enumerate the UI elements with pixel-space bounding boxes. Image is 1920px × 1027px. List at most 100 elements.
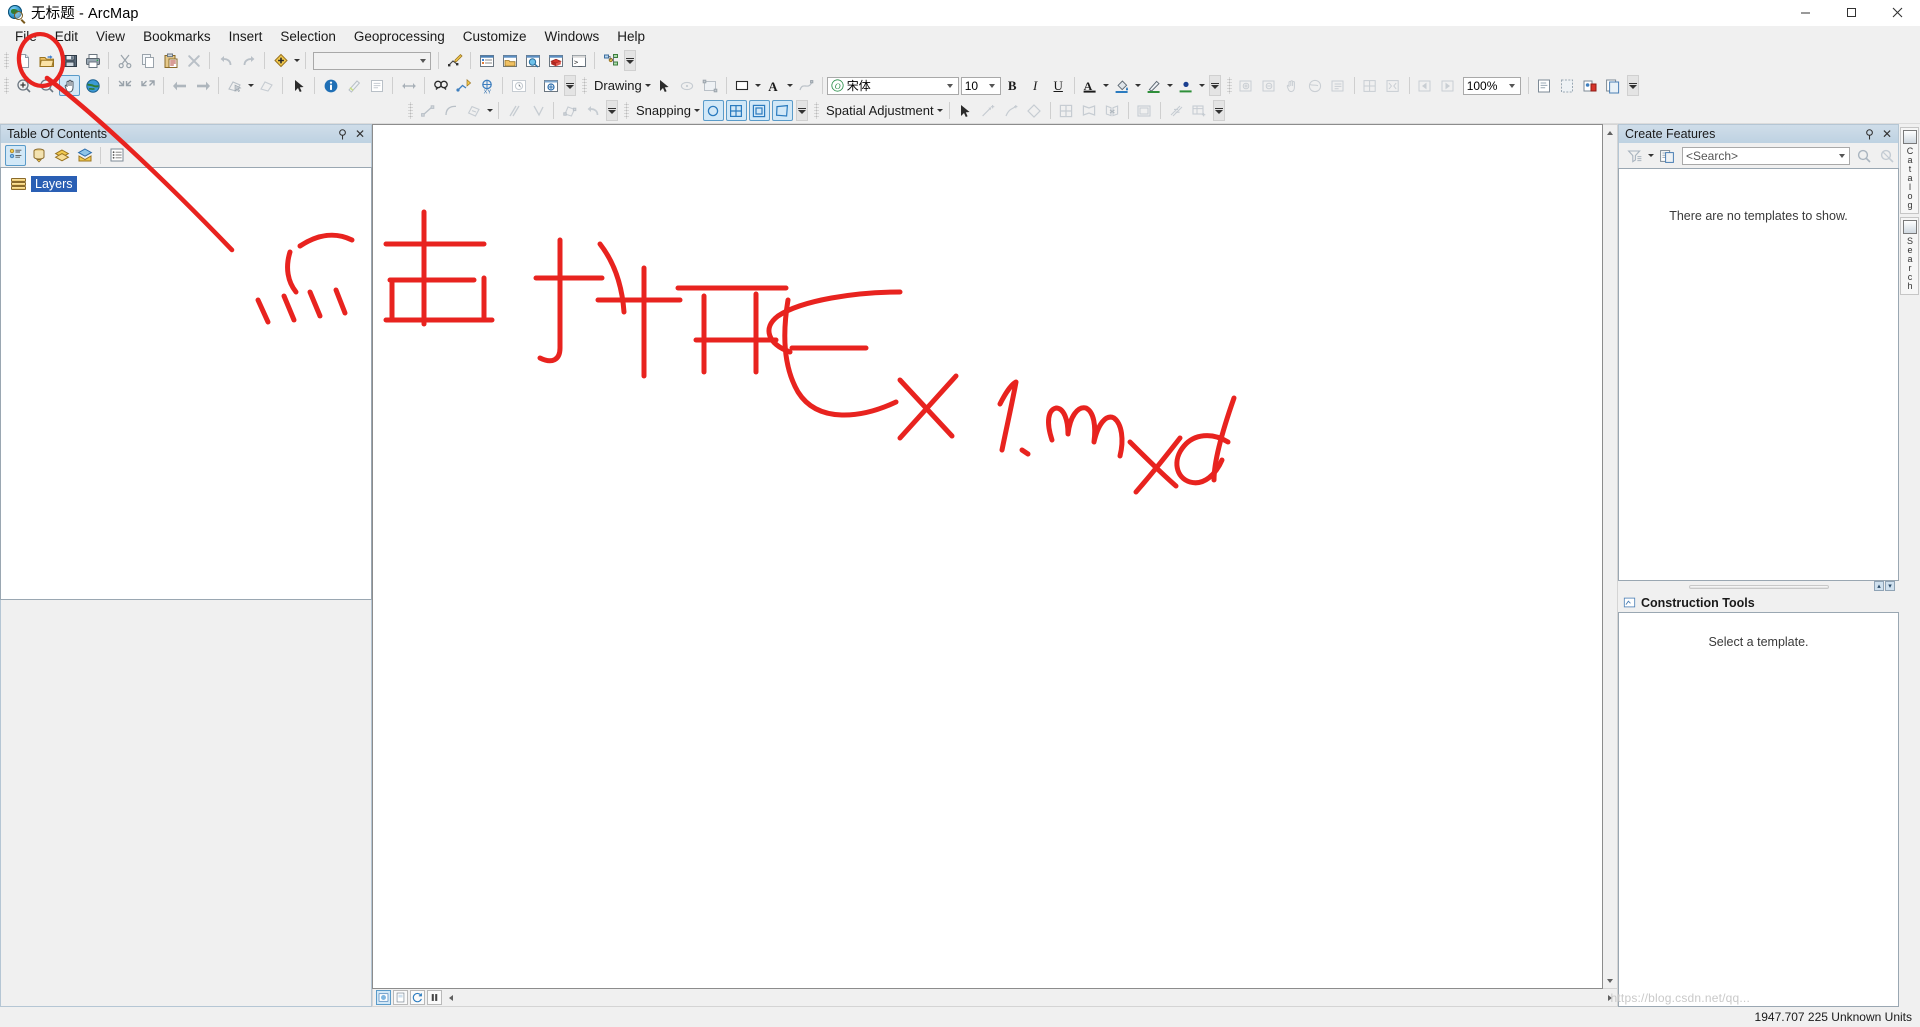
scroll-down-button[interactable] bbox=[1603, 973, 1617, 988]
snapping-toolbar-overflow[interactable] bbox=[795, 100, 808, 121]
paste-button[interactable] bbox=[160, 50, 181, 71]
menu-edit[interactable]: Edit bbox=[46, 27, 87, 47]
map-vertical-scrollbar[interactable] bbox=[1603, 124, 1618, 989]
open-document-button[interactable] bbox=[36, 50, 57, 71]
toolbar-grip[interactable] bbox=[4, 77, 9, 94]
arctoolbox-button[interactable] bbox=[545, 50, 566, 71]
list-by-selection-icon[interactable] bbox=[74, 145, 95, 166]
edge-snapping-icon[interactable] bbox=[748, 100, 770, 121]
select-elements-sa-icon[interactable] bbox=[955, 100, 976, 121]
trace-dropdown[interactable] bbox=[485, 100, 494, 121]
italic-button[interactable]: I bbox=[1025, 75, 1046, 96]
tools-toolbar-overflow[interactable] bbox=[564, 75, 576, 96]
zoom-page-width-icon[interactable] bbox=[1383, 75, 1404, 96]
underline-button[interactable]: U bbox=[1048, 75, 1069, 96]
layout-zoom-combo[interactable]: 100% bbox=[1462, 76, 1521, 95]
pan-icon[interactable] bbox=[59, 75, 80, 96]
table-of-contents-button[interactable] bbox=[476, 50, 497, 71]
save-document-button[interactable] bbox=[59, 50, 80, 71]
marker-color-dropdown[interactable] bbox=[1198, 75, 1207, 96]
fill-bucket-icon[interactable] bbox=[1112, 75, 1133, 96]
identify-icon[interactable] bbox=[320, 75, 341, 96]
rotate-element-icon[interactable] bbox=[677, 75, 698, 96]
drawing-toolbar-grip[interactable] bbox=[582, 77, 587, 94]
replace-sketch-icon[interactable] bbox=[559, 100, 580, 121]
undo-sketch-icon[interactable] bbox=[582, 100, 603, 121]
toc-tree[interactable]: Layers bbox=[0, 167, 372, 600]
straight-segment-icon[interactable] bbox=[417, 100, 438, 121]
catalog-window-button[interactable] bbox=[499, 50, 520, 71]
multiple-attribute-transfer-icon[interactable] bbox=[1166, 100, 1187, 121]
zoom-whole-page-icon[interactable] bbox=[1360, 75, 1381, 96]
construction-tools-body[interactable]: Select a template. bbox=[1618, 612, 1899, 1007]
measure-icon[interactable] bbox=[398, 75, 419, 96]
map-canvas[interactable] bbox=[372, 124, 1603, 989]
end-snapping-icon[interactable] bbox=[771, 100, 793, 121]
scroll-left-button[interactable] bbox=[443, 990, 458, 1005]
vertical-scroll-track[interactable] bbox=[1603, 140, 1617, 973]
search-window-button[interactable] bbox=[522, 50, 543, 71]
menu-customize[interactable]: Customize bbox=[454, 27, 536, 47]
text-color-icon[interactable]: A bbox=[1080, 75, 1101, 96]
rubbersheet-icon[interactable] bbox=[1079, 100, 1100, 121]
add-data-dropdown[interactable] bbox=[292, 50, 301, 71]
fixed-zoom-in-icon[interactable] bbox=[114, 75, 135, 96]
line-style-icon[interactable] bbox=[796, 75, 817, 96]
layout-zoom-in-icon[interactable] bbox=[1236, 75, 1257, 96]
font-family-arrow[interactable] bbox=[943, 78, 958, 94]
time-slider-icon[interactable] bbox=[508, 75, 529, 96]
scale-combo[interactable] bbox=[313, 51, 431, 70]
clear-search-icon[interactable] bbox=[1876, 145, 1897, 166]
trace-icon[interactable] bbox=[463, 100, 484, 121]
menu-geoprocessing[interactable]: Geoprocessing bbox=[345, 27, 454, 47]
splitter-down-button[interactable]: ▾ bbox=[1885, 581, 1895, 591]
redo-button[interactable] bbox=[238, 50, 259, 71]
menu-view[interactable]: View bbox=[87, 27, 134, 47]
pause-drawing-button[interactable] bbox=[427, 990, 442, 1005]
data-view-button[interactable] bbox=[376, 990, 391, 1005]
new-identity-link-icon[interactable] bbox=[1001, 100, 1022, 121]
template-search-input[interactable]: <Search> bbox=[1682, 146, 1850, 165]
splitter-up-button[interactable]: ▴ bbox=[1874, 581, 1884, 591]
menu-selection[interactable]: Selection bbox=[271, 27, 345, 47]
select-features-dropdown[interactable] bbox=[246, 75, 255, 96]
drawing-menu-dropdown[interactable] bbox=[644, 75, 653, 96]
list-by-source-icon[interactable] bbox=[28, 145, 49, 166]
cut-button[interactable] bbox=[114, 50, 135, 71]
zoom-out-icon[interactable] bbox=[36, 75, 57, 96]
menu-help[interactable]: Help bbox=[608, 27, 654, 47]
select-links-icon[interactable] bbox=[1024, 100, 1045, 121]
attribute-transfer-icon[interactable] bbox=[1134, 100, 1155, 121]
spatial-adjustment-links-table-icon[interactable] bbox=[1189, 100, 1210, 121]
create-new-template-dropdown[interactable] bbox=[1646, 145, 1655, 166]
fixed-zoom-out-icon[interactable] bbox=[137, 75, 158, 96]
font-color-dropdown[interactable] bbox=[786, 75, 795, 96]
font-family-combo[interactable]: O 宋体 bbox=[826, 76, 959, 95]
close-button[interactable] bbox=[1874, 0, 1920, 26]
create-features-template-list[interactable]: There are no templates to show. bbox=[1618, 168, 1899, 581]
data-driven-pages-icon[interactable] bbox=[1603, 75, 1624, 96]
adjust-icon[interactable] bbox=[1056, 100, 1077, 121]
minimize-button[interactable] bbox=[1782, 0, 1828, 26]
go-to-xy-icon[interactable]: XY bbox=[476, 75, 497, 96]
create-features-pin-icon[interactable]: ⚲ bbox=[1865, 128, 1874, 140]
spatial-adjustment-dropdown[interactable] bbox=[936, 100, 945, 121]
editor-toolbar-button[interactable] bbox=[444, 50, 465, 71]
create-new-template-icon[interactable] bbox=[1624, 145, 1645, 166]
marker-color-icon[interactable] bbox=[1176, 75, 1197, 96]
select-features-icon[interactable] bbox=[224, 75, 245, 96]
editor-toolbar-overflow[interactable] bbox=[606, 100, 618, 121]
organize-templates-icon[interactable] bbox=[1656, 145, 1677, 166]
snapping-toolbar-label[interactable]: Snapping bbox=[632, 103, 693, 118]
change-layout-icon[interactable] bbox=[1580, 75, 1601, 96]
bold-button[interactable]: B bbox=[1002, 75, 1023, 96]
go-back-layout-icon[interactable] bbox=[1415, 75, 1436, 96]
end-point-arc-icon[interactable] bbox=[440, 100, 461, 121]
line-color-dropdown[interactable] bbox=[1166, 75, 1175, 96]
fill-bucket-dropdown[interactable] bbox=[1134, 75, 1143, 96]
text-color-dropdown[interactable] bbox=[1102, 75, 1111, 96]
toc-root-layers-item[interactable]: Layers bbox=[11, 176, 371, 192]
layout-toolbar-grip[interactable] bbox=[1226, 77, 1232, 94]
find-route-icon[interactable] bbox=[453, 75, 474, 96]
create-features-splitter[interactable]: ▴ ▾ bbox=[1618, 581, 1899, 593]
